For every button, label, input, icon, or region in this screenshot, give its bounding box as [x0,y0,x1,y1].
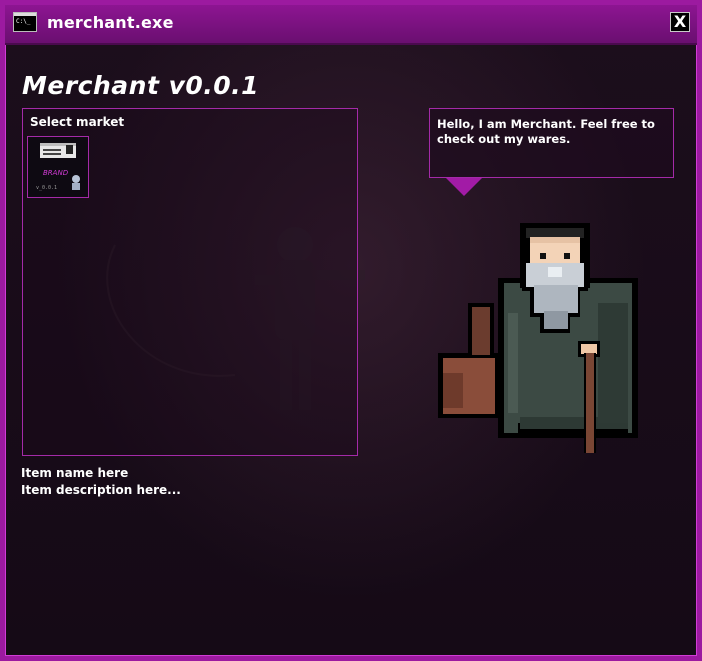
floppy-disk-market-icon: BRAND v_0.0.1 [28,137,88,197]
item-name: Item name here [21,466,129,480]
merchant-character-image [438,223,638,453]
speech-bubble-tail [446,178,482,196]
close-button[interactable]: X [670,12,690,32]
market-select-panel: Select market BRAND v_0.0.1 [22,108,358,456]
market-label: Select market [30,115,125,129]
market-tile-caption: v_0.0.1 [36,185,57,191]
market-tile[interactable]: BRAND v_0.0.1 [27,136,89,198]
page-title: Merchant v0.0.1 [22,71,260,100]
window-title: merchant.exe [47,13,174,32]
svg-text:BRAND: BRAND [43,169,69,177]
close-icon: X [673,12,687,31]
merchant-window: C:\_ merchant.exe X Merchant v0.0.1 Sele… [0,0,702,661]
item-description: Item description here... [21,483,181,497]
merchant-speech-bubble: Hello, I am Merchant. Feel free to check… [429,108,674,178]
app-icon-text: C:\_ [16,18,31,25]
title-bar[interactable]: C:\_ merchant.exe X [5,5,697,45]
terminal-app-icon: C:\_ [13,12,37,32]
